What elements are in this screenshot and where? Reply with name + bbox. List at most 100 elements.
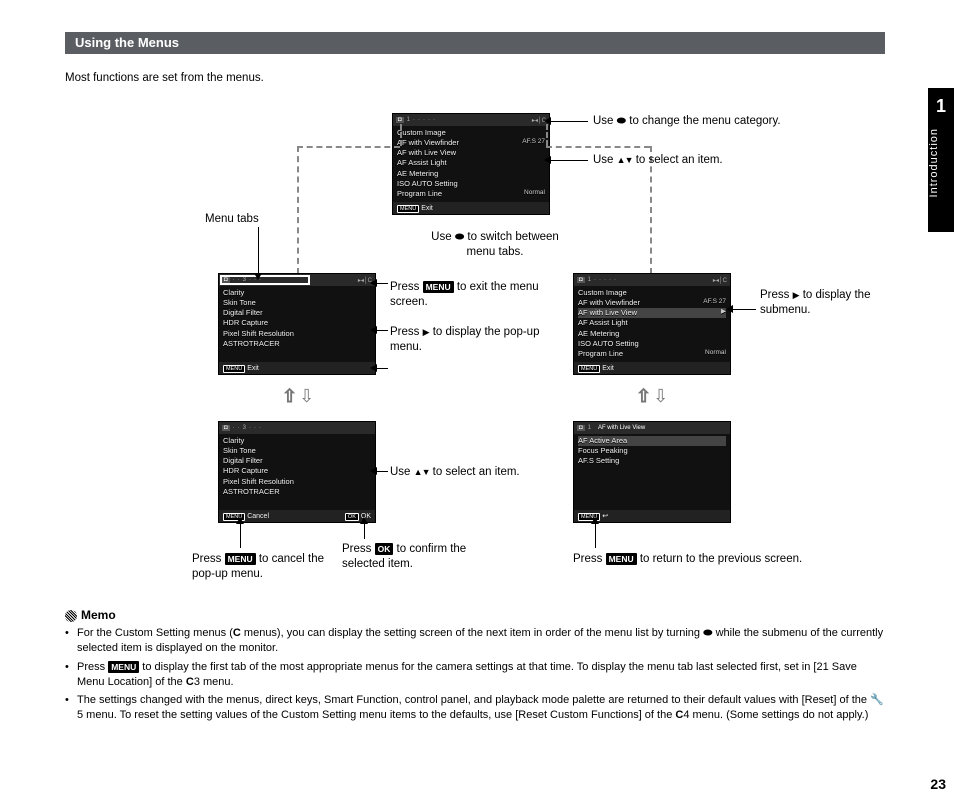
lcd-menu-row: AF.S Setting	[578, 456, 726, 466]
intro-text: Most functions are set from the menus.	[65, 72, 264, 84]
chapter-number: 1	[928, 96, 954, 117]
lcd-menu-row: Digital Filter	[223, 456, 371, 466]
lcd-menu-row: Clarity	[223, 436, 371, 446]
menu-button-icon: MENU	[225, 553, 256, 565]
memo-bullet: • For the Custom Setting menus (C menus)…	[65, 626, 885, 656]
lcd-menu-row: Pixel Shift Resolution	[223, 329, 371, 339]
lcd-menu-row: Skin Tone	[223, 446, 371, 456]
menu-badge-icon: MENU	[578, 365, 600, 373]
page-number: 23	[930, 776, 946, 792]
leader-line	[376, 471, 388, 472]
memo-bullet: • Press MENU to display the first tab of…	[65, 660, 885, 690]
menu-badge-icon: MENU	[397, 205, 419, 213]
leader-line	[364, 523, 365, 539]
leader-line	[376, 368, 388, 369]
callout-cancel-popup: Press MENU to cancel the pop-up menu.	[192, 552, 332, 582]
leader-line	[550, 121, 588, 122]
lcd-menu-row: Custom Image	[397, 128, 545, 138]
lcd-menu-row: ISO AUTO Setting	[578, 339, 726, 349]
guide-line	[400, 124, 402, 146]
arrowhead-icon	[370, 364, 377, 372]
up-down-arrows-icon: ⇧⇩	[636, 386, 670, 407]
arrowhead-icon	[370, 467, 377, 475]
lcd-menu-row: AF with ViewfinderAF.S 27	[397, 138, 545, 148]
right-icon	[423, 326, 430, 338]
callout-display-submenu: Press to display the submenu.	[760, 288, 880, 318]
chapter-name: Introduction	[928, 128, 954, 197]
leader-line	[240, 523, 241, 548]
callout-change-category: Use to change the menu category.	[593, 114, 781, 129]
arrowhead-icon	[591, 517, 599, 524]
lcd-menu-row: AF with Live View	[397, 148, 545, 158]
lcd-menu-row: AF Assist Light	[397, 158, 545, 168]
lcd-tab-bar: ◘1·····▸◂│C	[574, 274, 730, 286]
callout-switch-tabs: Use to switch between menu tabs.	[420, 230, 570, 260]
dial-icon	[617, 115, 626, 127]
callout-select-item: Use to select an item.	[593, 153, 723, 168]
dial-icon	[455, 231, 464, 243]
lcd-menu-row: Clarity	[223, 288, 371, 298]
lcd-tab-bar: ◘1·····▸◂│C	[393, 114, 549, 126]
lcd-tab-bar: ◘··3···▸◂│C	[219, 274, 375, 286]
section-title: Using the Menus	[75, 35, 179, 50]
lcd-foot-text: Cancel	[247, 513, 269, 520]
section-title-bar: Using the Menus	[65, 32, 885, 54]
manual-page: Using the Menus Most functions are set f…	[0, 0, 954, 810]
chapter-tab: 1 Introduction	[928, 88, 954, 232]
memo-ball-icon	[65, 610, 77, 622]
menu-button-icon: MENU	[108, 661, 139, 673]
callout-select-item-2: Use to select an item.	[390, 465, 520, 480]
lcd-right-lower: ◘1AF with Live View AF Active AreaFocus …	[573, 421, 731, 523]
memo-bullet: • The settings changed with the menus, d…	[65, 693, 885, 723]
lcd-tab-bar: ◘1AF with Live View	[574, 422, 730, 434]
lcd-foot-text: Exit	[247, 365, 259, 372]
arrowhead-icon	[360, 517, 368, 524]
leader-line	[595, 523, 596, 548]
arrowhead-icon	[370, 279, 377, 287]
lcd-menu-row: ISO AUTO Setting	[397, 179, 545, 189]
callout-return-prev: Press MENU to return to the previous scr…	[573, 552, 802, 567]
lcd-menu-row: AF with ViewfinderAF.S 27	[578, 298, 726, 308]
lcd-left-lower: ◘··3··· ClaritySkin ToneDigital FilterHD…	[218, 421, 376, 523]
lcd-menu-row: HDR Capture	[223, 318, 371, 328]
lcd-right-upper: ◘1·····▸◂│C Custom ImageAF with Viewfind…	[573, 273, 731, 375]
arrowhead-icon	[254, 273, 262, 280]
up-down-arrows-icon: ⇧⇩	[282, 386, 316, 407]
lcd-menu-row: AE Metering	[397, 169, 545, 179]
leader-line	[376, 283, 388, 284]
menu-button-icon: MENU	[423, 281, 454, 293]
lcd-menu-row: ASTROTRACER	[223, 339, 371, 349]
lcd-menu-row: Program LineNormal	[397, 189, 545, 199]
arrowhead-icon	[544, 156, 551, 164]
lcd-menu-row: Custom Image	[578, 288, 726, 298]
arrowhead-icon	[370, 326, 377, 334]
up-down-icon	[617, 154, 633, 166]
up-down-icon	[414, 466, 430, 478]
guide-line	[546, 124, 548, 146]
lcd-foot-text: Exit	[421, 205, 433, 212]
dial-icon	[703, 627, 712, 639]
arrowhead-icon	[544, 117, 551, 125]
lcd-menu-row: AF Active Area	[578, 436, 726, 446]
lcd-left-upper: ◘··3···▸◂│C ClaritySkin ToneDigital Filt…	[218, 273, 376, 375]
lcd-tab-bar: ◘··3···	[219, 422, 375, 434]
leader-line	[258, 227, 259, 274]
guide-line	[297, 146, 400, 148]
lcd-menu-row: ASTROTRACER	[223, 487, 371, 497]
ok-badge-icon: OK	[345, 513, 359, 521]
guide-line	[546, 146, 650, 148]
lcd-menu-row: HDR Capture	[223, 466, 371, 476]
lcd-menu-row: AE Metering	[578, 329, 726, 339]
menu-badge-icon: MENU	[223, 365, 245, 373]
leader-line	[376, 330, 388, 331]
lcd-menu-row: AF Assist Light	[578, 318, 726, 328]
lcd-menu-row: AF with Live View▶	[578, 308, 726, 318]
lcd-menu-row: Skin Tone	[223, 298, 371, 308]
callout-display-popup: Press to display the pop-up menu.	[390, 325, 540, 355]
menu-button-icon: MENU	[606, 553, 637, 565]
callout-menu-tabs: Menu tabs	[205, 212, 259, 227]
lcd-menu-row: Program LineNormal	[578, 349, 726, 359]
guide-line	[297, 146, 299, 274]
lcd-menu-row: Focus Peaking	[578, 446, 726, 456]
submenu-title: AF with Live View	[598, 425, 645, 431]
